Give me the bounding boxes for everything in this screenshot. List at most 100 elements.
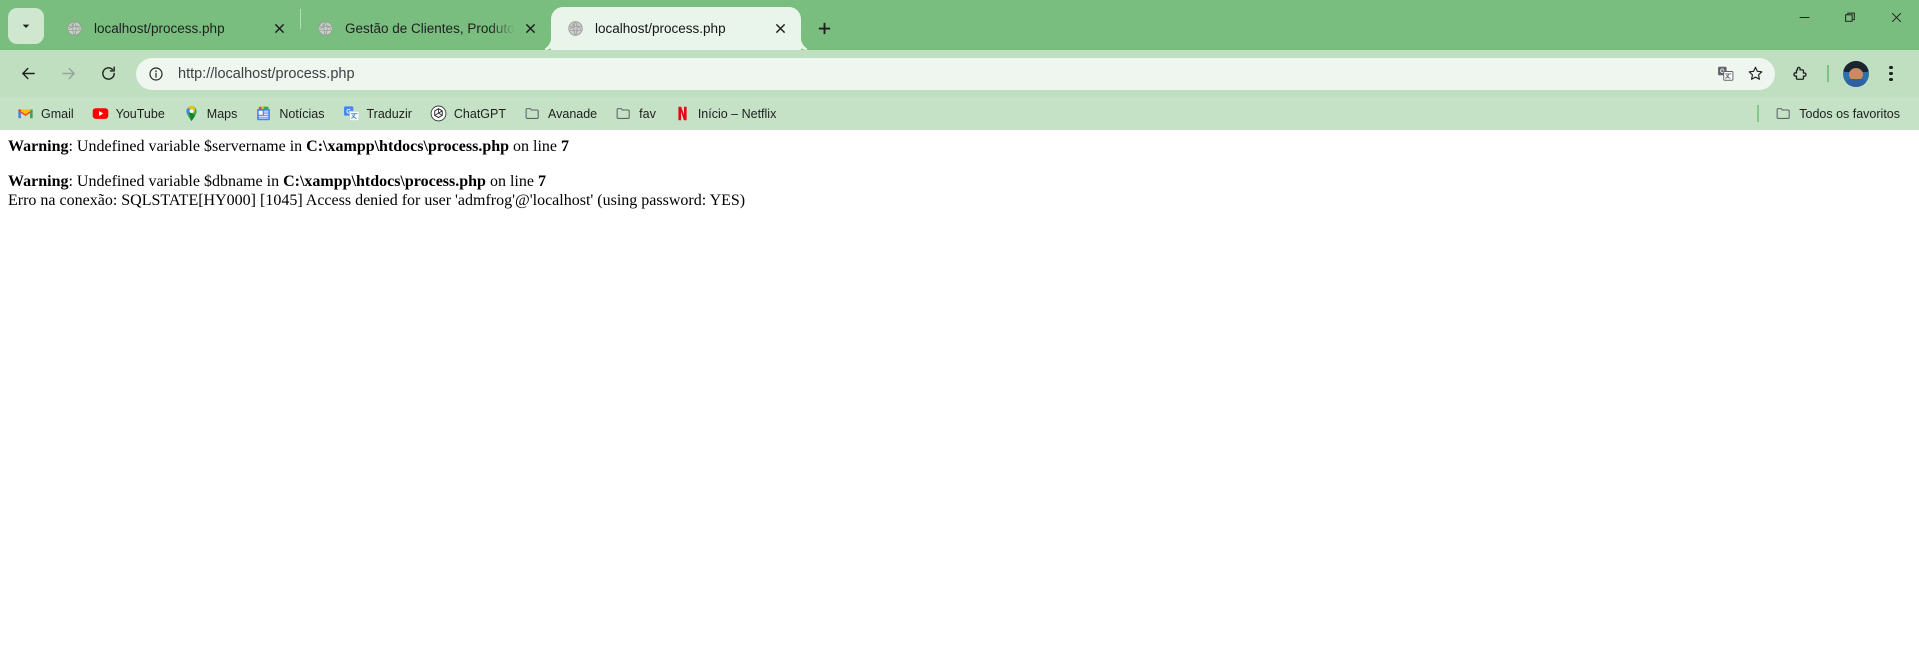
bookmark-label: Traduzir [366,106,412,121]
all-bookmarks-button[interactable]: Todos os favoritos [1767,101,1908,126]
close-icon [775,23,785,34]
tab-close-button[interactable] [769,18,791,40]
folder-icon [524,105,541,122]
all-bookmarks-label: Todos os favoritos [1799,106,1900,121]
minimize-button[interactable] [1781,0,1827,34]
puzzle-piece-icon [1793,66,1807,80]
translate-icon: G [1717,66,1733,81]
bookmark-maps[interactable]: Maps [175,101,246,126]
bookmarks-bar: Gmail YouTube Maps Notícias G Traduzir C… [0,97,1919,130]
bookmark-chatgpt[interactable]: ChatGPT [422,101,514,126]
tab-title: localhost/process.php [595,21,726,36]
bookmark-folder-avanade[interactable]: Avanade [516,101,605,126]
warning-file-path: C:\xampp\htdocs\process.php [306,138,510,155]
bookmark-traduzir[interactable]: G Traduzir [335,101,420,126]
tab-list: localhost/process.php Gestão de Clientes… [50,0,841,50]
tab-title: Gestão de Clientes, Produtos e [345,21,515,36]
warning-file-path: C:\xampp\htdocs\process.php [283,172,486,190]
bookmark-label: Avanade [548,106,598,121]
maps-icon [183,105,200,122]
omnibox-actions: G [1711,60,1771,88]
tab-1[interactable]: Gestão de Clientes, Produtos e [301,7,551,50]
globe-icon [568,21,583,36]
minimize-icon [1799,16,1809,18]
bookmark-star-button[interactable] [1741,60,1769,88]
forward-button[interactable] [52,58,84,90]
window-controls [1781,0,1919,50]
translate-button[interactable]: G [1711,60,1739,88]
globe-icon [318,21,333,36]
warning-severity: Warning [8,172,69,190]
menu-dot [1889,65,1893,70]
warning-line-text: on line [509,138,562,155]
browser-window: localhost/process.php Gestão de Clientes… [0,0,1919,656]
tab-search-button[interactable] [8,8,44,44]
warning-separator: : [68,172,77,190]
tab-title: localhost/process.php [94,21,225,36]
reload-button[interactable] [92,58,124,90]
avatar-body [1844,78,1868,87]
bookmark-label: Notícias [279,106,325,121]
bookmark-label: ChatGPT [453,106,507,121]
close-icon [1891,12,1901,22]
url-input[interactable] [170,65,1711,82]
bookmark-label: YouTube [115,106,165,121]
reload-icon [101,66,115,80]
menu-dot [1889,71,1893,76]
info-circle-icon [149,66,163,81]
site-info-button[interactable] [142,60,170,88]
chatgpt-icon [430,105,447,122]
maximize-button[interactable] [1827,0,1873,34]
bookmark-label: Início – Netflix [697,106,777,121]
browser-toolbar: G [0,50,1919,97]
close-icon [274,23,284,34]
warning-line-number: 7 [561,138,570,155]
close-icon [525,23,535,34]
bookmark-label: fav [639,106,656,121]
bookmarks-divider [1757,105,1760,122]
bookmark-youtube[interactable]: YouTube [84,101,173,126]
warning-severity: Warning [8,138,69,155]
plus-icon [818,22,830,34]
toolbar-actions [1781,58,1911,90]
warning-text: Undefined variable $servername in [76,138,307,155]
address-bar[interactable]: G [136,57,1775,90]
chrome-menu-button[interactable] [1875,58,1907,90]
youtube-icon [92,105,109,122]
warning-text: Undefined variable $dbname in [76,172,284,190]
arrow-left-icon [21,67,35,80]
tab-0[interactable]: localhost/process.php [50,7,300,50]
restore-icon [1844,12,1855,22]
tab-close-button[interactable] [519,18,541,40]
profile-avatar[interactable] [1843,60,1869,87]
bookmark-folder-fav[interactable]: fav [607,101,664,126]
tab-2[interactable]: localhost/process.php [551,7,801,50]
bookmark-gmail[interactable]: Gmail [9,101,82,126]
netflix-icon [674,105,691,122]
back-button[interactable] [12,58,44,90]
page-content: Warning: Undefined variable $servername … [0,130,1919,656]
toolbar-divider [1827,65,1829,82]
folder-icon [1775,105,1792,122]
google-news-icon [255,105,272,122]
close-window-button[interactable] [1873,0,1919,34]
bookmark-noticias[interactable]: Notícias [247,101,332,126]
php-warning-1: Warning: Undefined variable $dbname in C… [8,173,1911,192]
warning-line-number: 7 [537,172,546,190]
php-warning-0: Warning: Undefined variable $servername … [8,138,1911,157]
bookmark-label: Maps [206,106,238,121]
menu-dot [1889,77,1893,82]
chevron-down-icon [22,24,30,28]
warning-line-text: on line [485,172,538,190]
arrow-right-icon [61,67,75,80]
tab-strip: localhost/process.php Gestão de Clientes… [0,0,1919,50]
gmail-icon [17,105,34,122]
bookmark-label: Gmail [41,106,74,121]
folder-icon [615,105,632,122]
bookmark-netflix[interactable]: Início – Netflix [666,101,785,126]
google-translate-icon: G [343,105,360,122]
extensions-button[interactable] [1784,58,1816,90]
warning-separator: : [68,138,77,155]
tab-close-button[interactable] [268,18,290,40]
globe-icon [67,21,82,36]
